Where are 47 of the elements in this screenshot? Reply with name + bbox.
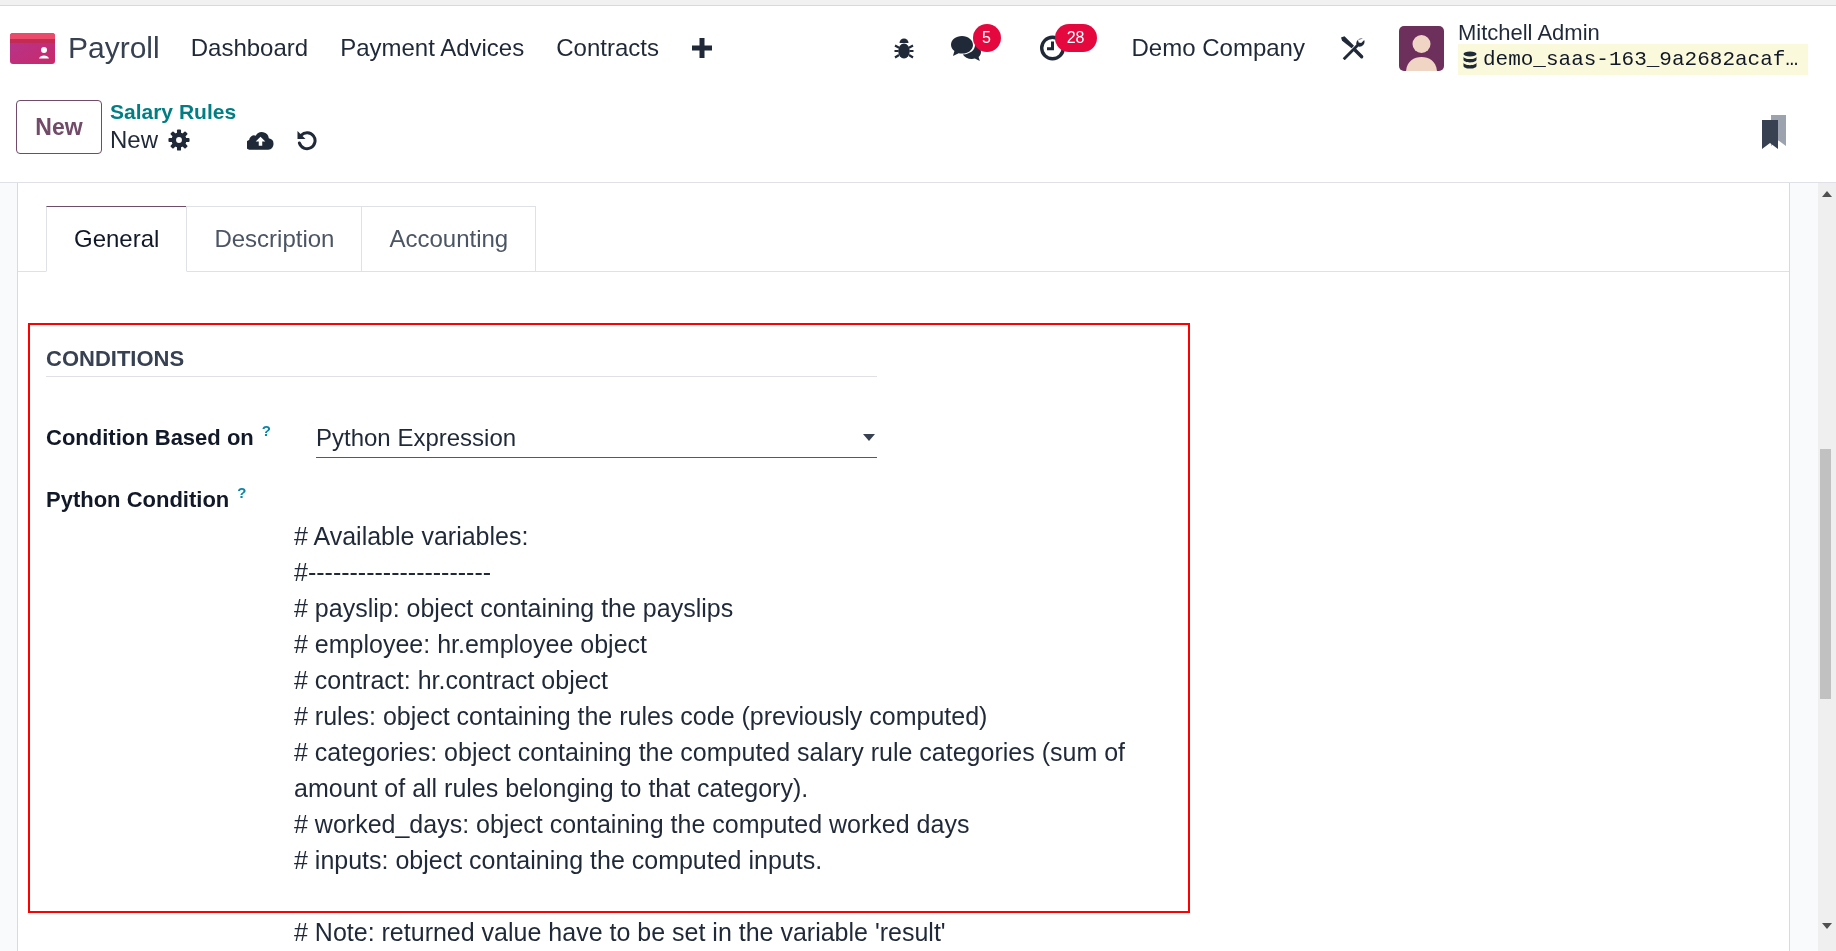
- code-line: # worked_days: object containing the computed worked days: [294, 809, 970, 840]
- code-line: # rules: object containing the rules code (previously computed): [294, 701, 988, 732]
- app-logo-icon[interactable]: [10, 32, 55, 64]
- cloud-upload-icon[interactable]: [247, 130, 274, 150]
- menu-item[interactable]: Dashboard: [174, 28, 325, 68]
- select-field[interactable]: Python Expression: [316, 418, 877, 458]
- scroll-down-icon[interactable]: [1822, 923, 1832, 929]
- help-mark[interactable]: ?: [261, 423, 271, 439]
- code-line: #----------------------: [294, 557, 492, 588]
- tab[interactable]: General: [46, 206, 188, 272]
- tab[interactable]: Accounting: [361, 206, 537, 271]
- undo-icon[interactable]: [296, 129, 318, 151]
- settings-icon[interactable]: [168, 129, 190, 151]
- scrollbar-thumb[interactable]: [1820, 449, 1831, 699]
- plus-icon[interactable]: [691, 38, 712, 58]
- code-line: # inputs: object containing the computed inputs.: [294, 845, 823, 876]
- user-avatar[interactable]: [1398, 25, 1444, 71]
- count-badge: 28: [1054, 24, 1097, 52]
- caret-icon: [863, 434, 875, 441]
- count-badge: 5: [972, 24, 1001, 52]
- code-line: # payslip: object containing the payslips: [294, 593, 734, 624]
- app-name[interactable]: Payroll: [68, 31, 160, 65]
- database-icon: [1462, 50, 1477, 69]
- scroll-up-icon[interactable]: [1822, 191, 1832, 197]
- help-mark[interactable]: ?: [237, 485, 247, 501]
- code-line: # contract: hr.contract object: [294, 665, 609, 696]
- field-label: Python Condition: [46, 486, 230, 514]
- bug-icon[interactable]: [893, 36, 914, 60]
- code-line: # Note: returned value have to be set in the variable 'result': [294, 917, 946, 948]
- code-line: # categories: object containing the computed salary rule categories (sum of: [294, 737, 1125, 768]
- code-line: amount of all rules belonging to that category).: [294, 773, 809, 804]
- menu-item[interactable]: Contracts: [540, 28, 675, 68]
- menu-item[interactable]: Payment Advices: [324, 28, 541, 68]
- chat-bubbles-icon[interactable]: [949, 35, 982, 61]
- user-name[interactable]: Mitchell Admin: [1457, 21, 1600, 44]
- scrollbar[interactable]: [1818, 183, 1836, 951]
- field-label: Condition Based on: [46, 424, 254, 452]
- bookmarks-icon[interactable]: [1762, 115, 1786, 149]
- new-button[interactable]: New: [16, 100, 102, 154]
- section-heading: CONDITIONS: [46, 346, 877, 377]
- code-line: # employee: hr.employee object: [294, 629, 647, 660]
- tools-icon[interactable]: [1338, 36, 1366, 60]
- company-switcher[interactable]: Demo Company: [1131, 34, 1305, 62]
- breadcrumb-link[interactable]: Salary Rules: [110, 99, 237, 125]
- database-name: demo_saas-163_9a2682acaf…: [1482, 48, 1798, 71]
- record-title: New: [110, 125, 158, 155]
- code-line: # Available variables:: [294, 521, 529, 552]
